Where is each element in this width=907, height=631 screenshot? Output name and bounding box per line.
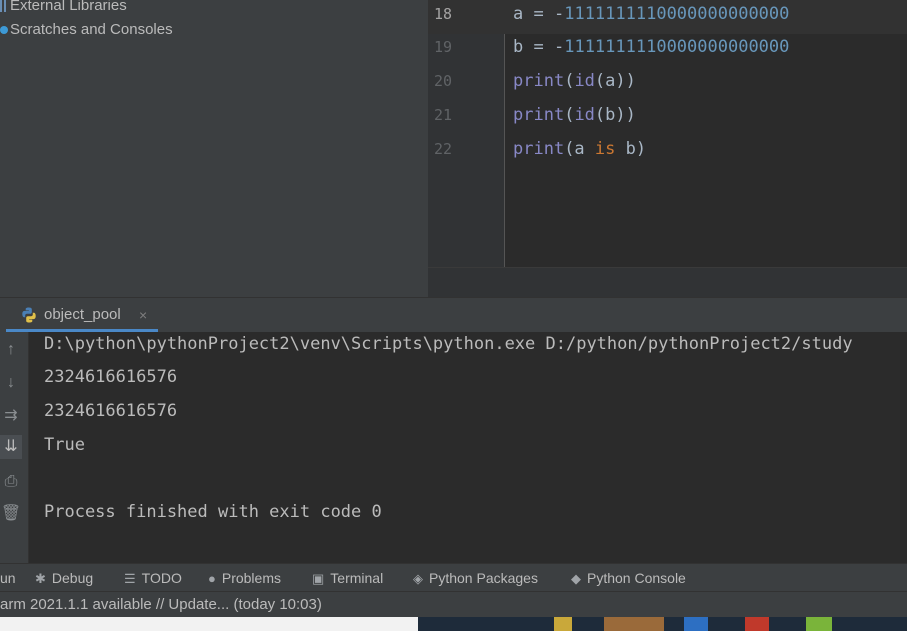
line-number: 21	[434, 106, 453, 124]
bug-icon: ✱	[35, 571, 46, 586]
arrow-up-icon[interactable]: ↑	[0, 338, 22, 362]
line-number: 22	[434, 140, 453, 158]
run-tab-label: object_pool	[44, 306, 121, 323]
console-output[interactable]: D:\python\pythonProject2\venv\Scripts\py…	[29, 332, 907, 563]
info-icon: ●	[208, 571, 216, 586]
console-line: 2324616616576	[44, 401, 178, 421]
code-editor[interactable]: 18 a = -1111111110000000000000 19 b = -1…	[428, 0, 907, 298]
code-text: b = -1111111110000000000000	[513, 37, 790, 57]
tab-python-packages[interactable]: ◈ Python Packages	[413, 569, 538, 587]
code-text: a = -1111111110000000000000	[513, 4, 790, 24]
python-icon: ◆	[571, 571, 581, 586]
tree-item-external-libraries[interactable]: External Libraries	[0, 0, 127, 17]
code-line[interactable]: 19 b = -1111111110000000000000	[428, 33, 907, 67]
tab-debug[interactable]: ✱ Debug	[35, 569, 93, 587]
status-bar: arm 2021.1.1 available // Update... (tod…	[0, 591, 907, 618]
arrow-down-icon[interactable]: ↓	[0, 371, 22, 395]
run-tab-object-pool[interactable]: object_pool ×	[0, 298, 158, 333]
line-number: 18	[434, 5, 453, 23]
app-icon[interactable]	[806, 617, 832, 631]
taskbar-search-box[interactable]	[0, 617, 418, 631]
app-icon[interactable]	[684, 617, 708, 631]
tab-terminal[interactable]: ▣ Terminal	[312, 569, 383, 587]
project-panel: External Libraries Scratches and Console…	[0, 0, 428, 297]
layers-icon: ◈	[413, 571, 423, 586]
code-text: print(id(a))	[513, 71, 636, 91]
close-icon[interactable]: ×	[139, 307, 147, 323]
tree-item-scratches[interactable]: Scratches and Consoles	[0, 19, 173, 41]
app-icon[interactable]	[745, 617, 769, 631]
editor-horizontal-scrollbar[interactable]	[428, 267, 907, 298]
terminal-icon: ▣	[312, 571, 325, 586]
list-icon: ☰	[124, 571, 136, 586]
tab-python-console[interactable]: ◆ Python Console	[571, 569, 686, 587]
tree-item-label: External Libraries	[10, 0, 127, 14]
line-number: 19	[434, 38, 453, 56]
tool-window-bar: un ✱ Debug ☰ TODO ● Problems ▣ Terminal ◈ Pyt…	[0, 563, 907, 592]
trash-icon[interactable]: 🗑	[0, 502, 22, 526]
code-line[interactable]: 22 print(a is b)	[428, 135, 907, 169]
code-line[interactable]: 21 print(id(b))	[428, 101, 907, 135]
console-line: Process finished with exit code 0	[44, 502, 382, 522]
console-line: D:\python\pythonProject2\venv\Scripts\py…	[44, 334, 853, 354]
run-tool-header: object_pool ×	[0, 297, 907, 333]
soft-wrap-icon[interactable]: ⇉	[0, 404, 22, 428]
code-text: print(id(b))	[513, 105, 636, 125]
console-line: 2324616616576	[44, 367, 178, 387]
tree-item-label: Scratches and Consoles	[10, 21, 173, 38]
app-icon-active[interactable]	[604, 617, 664, 631]
line-number: 20	[434, 72, 453, 90]
scroll-to-end-icon[interactable]: ⇊	[0, 435, 22, 459]
scratch-icon	[0, 26, 8, 35]
console-line: True	[44, 435, 85, 455]
print-icon[interactable]: ⎙	[0, 470, 22, 494]
code-line[interactable]: 20 print(id(a))	[428, 67, 907, 101]
code-text: print(a is b)	[513, 139, 647, 159]
library-icon	[0, 0, 8, 13]
run-toolbar: ↑ ↓ ⇉ ⇊ ⎙ 🗑	[0, 332, 29, 563]
tab-todo[interactable]: ☰ TODO	[124, 569, 182, 587]
os-taskbar	[0, 617, 907, 631]
tab-problems[interactable]: ● Problems	[208, 569, 281, 587]
tab-run[interactable]: un	[0, 569, 16, 587]
code-line[interactable]: 18 a = -1111111110000000000000	[428, 0, 907, 34]
folder-icon[interactable]	[554, 617, 572, 631]
update-notification[interactable]: arm 2021.1.1 available // Update... (tod…	[0, 596, 322, 614]
python-file-icon	[22, 307, 36, 323]
